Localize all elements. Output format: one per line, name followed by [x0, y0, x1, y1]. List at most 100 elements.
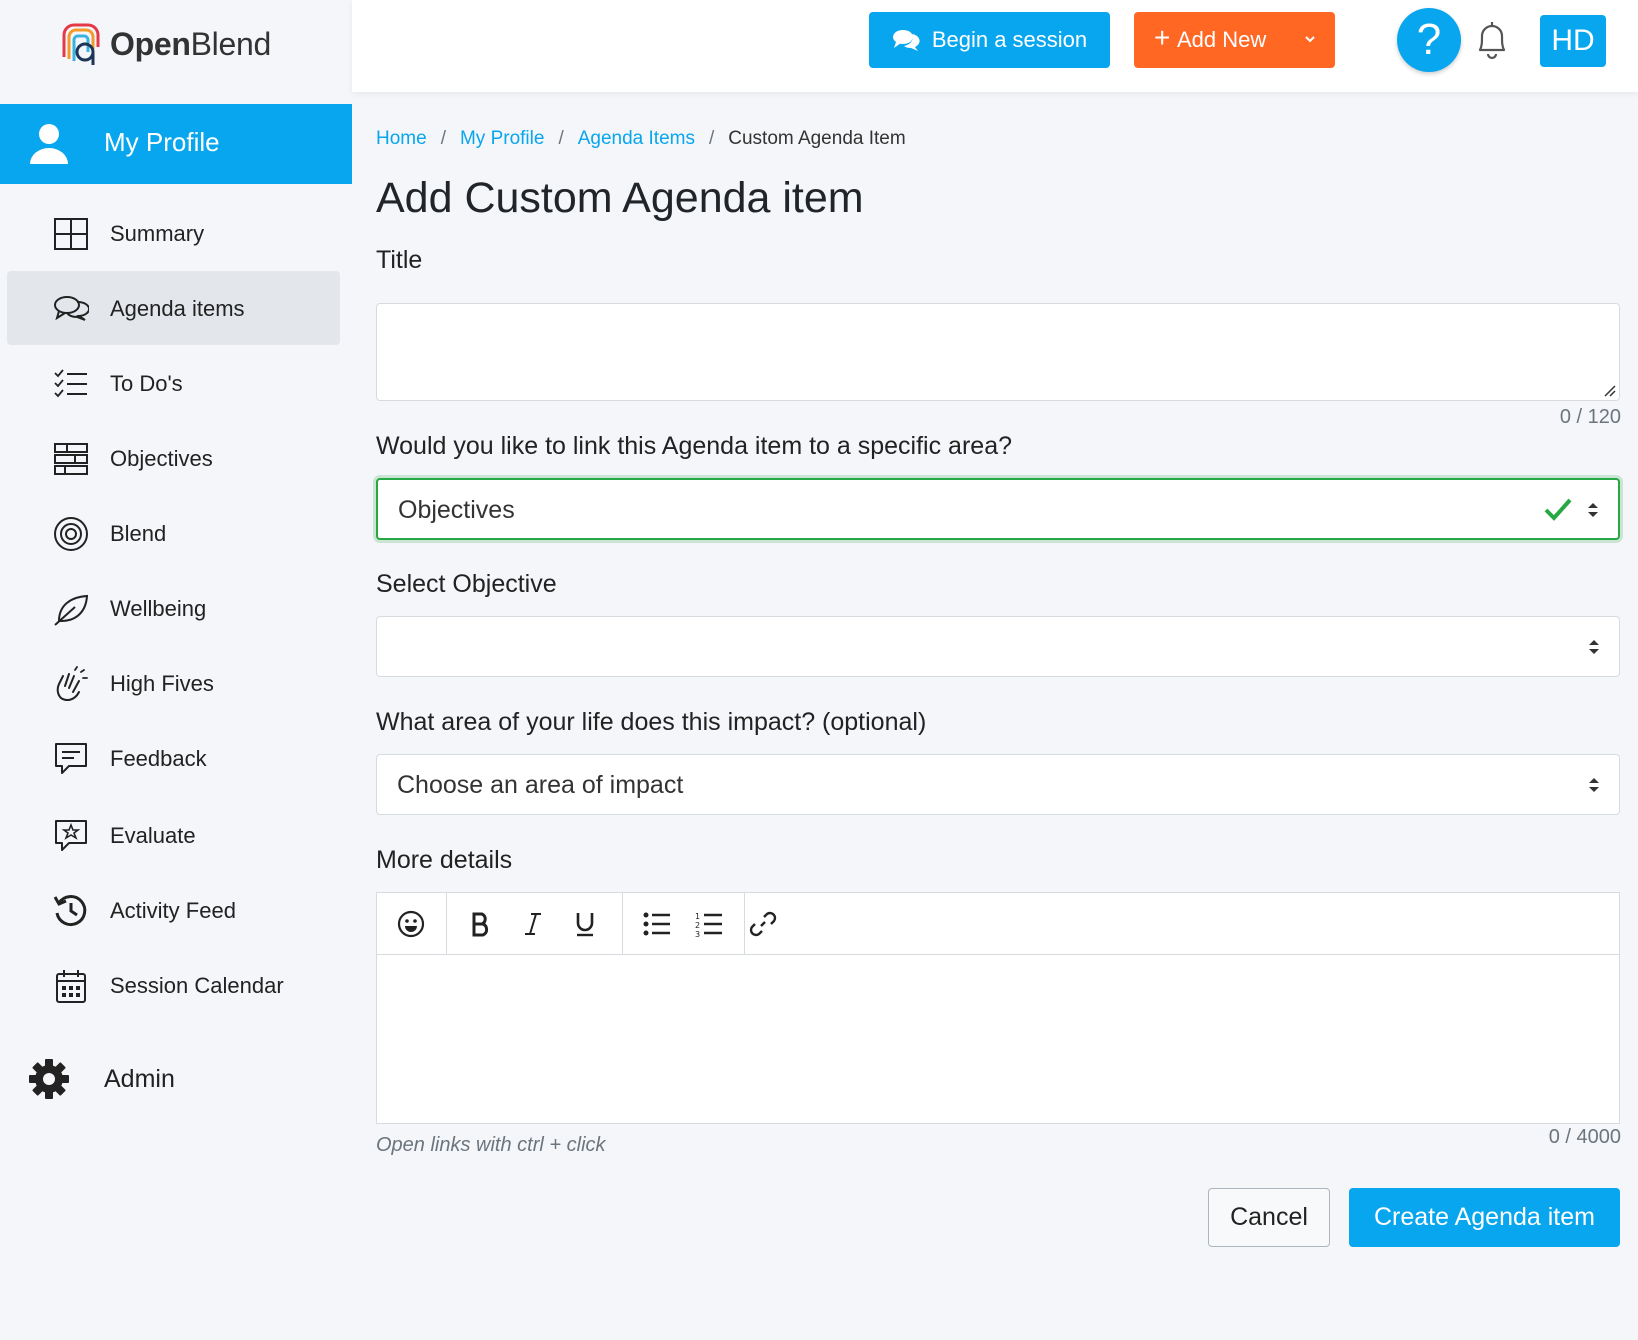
sidebar-item-evaluate[interactable]: Evaluate — [7, 798, 340, 872]
sidebar-item-high-fives[interactable]: High Fives — [7, 646, 340, 720]
sidebar-item-label: Objectives — [110, 446, 213, 471]
history-icon — [53, 895, 87, 927]
sidebar-item-label: Feedback — [110, 746, 207, 771]
top-bar: Begin a session + Add New ? HD — [352, 0, 1638, 92]
sidebar-item-todos[interactable]: To Do's — [7, 346, 340, 420]
sidebar-my-profile[interactable]: My Profile — [0, 104, 352, 184]
sidebar-item-blend[interactable]: Blend — [7, 496, 340, 570]
sidebar-item-label: Evaluate — [110, 823, 196, 848]
begin-session-label: Begin a session — [931, 27, 1088, 52]
breadcrumb-home[interactable]: Home — [376, 128, 427, 150]
rich-text-editor: 123 — [376, 892, 1620, 1124]
editor-content-area[interactable] — [377, 955, 1619, 1123]
link-area-value: Objectives — [398, 496, 515, 524]
sidebar-item-agenda-items[interactable]: Agenda items — [7, 271, 340, 345]
svg-text:3: 3 — [695, 930, 700, 937]
stacked-bars-icon — [54, 443, 88, 475]
add-new-button[interactable]: + Add New — [1134, 12, 1335, 68]
bold-button[interactable] — [465, 908, 497, 940]
breadcrumb: Home / My Profile / Agenda Items / Custo… — [376, 128, 906, 150]
sidebar-item-label: Session Calendar — [110, 973, 284, 998]
select-objective-select[interactable] — [376, 616, 1620, 677]
italic-icon — [525, 913, 541, 935]
details-label: More details — [376, 846, 513, 874]
select-arrows-icon — [1589, 640, 1599, 654]
sidebar-item-admin[interactable]: Admin — [0, 1044, 352, 1114]
details-hint: Open links with ctrl + click — [376, 1134, 606, 1156]
emoji-button[interactable] — [395, 908, 427, 940]
editor-toolbar: 123 — [377, 893, 1619, 955]
sidebar-item-wellbeing[interactable]: Wellbeing — [7, 571, 340, 645]
sidebar-item-label: Summary — [110, 221, 205, 246]
sidebar-item-session-calendar[interactable]: Session Calendar — [7, 948, 340, 1022]
checklist-icon — [54, 369, 87, 398]
select-arrows-icon — [1589, 778, 1599, 792]
link-icon — [749, 911, 777, 937]
title-char-counter: 0 / 120 — [1559, 406, 1621, 428]
link-area-label: Would you like to link this Agenda item … — [376, 432, 1012, 460]
help-button[interactable]: ? — [1397, 8, 1461, 72]
title-label: Title — [376, 246, 423, 274]
sidebar-item-label: To Do's — [110, 371, 183, 396]
underline-button[interactable] — [569, 908, 601, 940]
chat-bubbles-icon — [54, 296, 89, 321]
sidebar-item-activity-feed[interactable]: Activity Feed — [7, 873, 340, 947]
numbered-list-icon: 123 — [695, 912, 722, 937]
numbered-list-button[interactable]: 123 — [693, 908, 725, 940]
brand-name-bold: Open — [110, 25, 191, 62]
plus-icon: + — [1154, 22, 1171, 53]
underline-icon — [576, 913, 594, 937]
impact-value: Choose an area of impact — [397, 771, 684, 799]
star-message-icon — [55, 820, 87, 851]
user-icon — [30, 124, 68, 164]
brand-name-light: Blend — [190, 25, 272, 62]
calendar-icon — [56, 970, 86, 1003]
bell-icon[interactable] — [1472, 18, 1512, 62]
cancel-button[interactable]: Cancel — [1208, 1188, 1330, 1247]
chevron-down-icon[interactable] — [1303, 32, 1317, 46]
title-textarea[interactable] — [376, 303, 1620, 401]
sidebar-item-feedback[interactable]: Feedback — [7, 721, 340, 795]
sidebar: OpenBlend My Profile Summary Agenda item… — [0, 0, 352, 1340]
sidebar-item-label: Agenda items — [110, 296, 245, 321]
sidebar-my-profile-label: My Profile — [104, 127, 220, 157]
sidebar-item-label: Activity Feed — [110, 898, 236, 923]
breadcrumb-separator: / — [708, 128, 715, 149]
check-icon — [1544, 498, 1572, 521]
impact-select[interactable]: Choose an area of impact — [376, 754, 1620, 815]
italic-button[interactable] — [517, 908, 549, 940]
sidebar-item-objectives[interactable]: Objectives — [7, 421, 340, 495]
resize-handle-icon[interactable] — [1602, 383, 1616, 397]
breadcrumb-agenda-items[interactable]: Agenda Items — [578, 128, 695, 150]
create-agenda-item-button[interactable]: Create Agenda item — [1349, 1188, 1620, 1247]
message-icon — [55, 743, 87, 774]
target-icon — [54, 517, 88, 551]
select-objective-label: Select Objective — [376, 570, 557, 598]
breadcrumb-separator: / — [440, 128, 446, 149]
grid-icon — [54, 218, 88, 250]
breadcrumb-separator: / — [558, 128, 564, 149]
svg-text:1: 1 — [695, 912, 700, 921]
select-arrows-icon — [1588, 503, 1598, 517]
bullet-list-icon — [643, 912, 670, 936]
bullet-list-button[interactable] — [641, 908, 673, 940]
add-new-label: Add New — [1177, 27, 1267, 52]
svg-text:2: 2 — [695, 921, 700, 930]
begin-session-button[interactable]: Begin a session — [869, 12, 1110, 68]
clapping-hands-icon — [56, 666, 88, 701]
breadcrumb-my-profile[interactable]: My Profile — [460, 128, 544, 150]
bold-icon — [472, 912, 489, 937]
sidebar-item-label: High Fives — [110, 671, 214, 696]
link-area-select[interactable]: Objectives — [376, 478, 1620, 540]
openblend-logo-icon — [62, 23, 100, 65]
leaf-icon — [54, 594, 89, 626]
sidebar-item-summary[interactable]: Summary — [7, 196, 340, 270]
breadcrumb-current: Custom Agenda Item — [728, 128, 906, 149]
gear-icon — [29, 1059, 69, 1099]
chat-icon — [892, 30, 920, 51]
brand-logo[interactable]: OpenBlend — [58, 18, 271, 70]
link-button[interactable] — [747, 908, 779, 940]
avatar[interactable]: HD — [1540, 15, 1606, 67]
page-title: Add Custom Agenda item — [376, 174, 864, 222]
details-char-counter: 0 / 4000 — [1548, 1126, 1621, 1148]
